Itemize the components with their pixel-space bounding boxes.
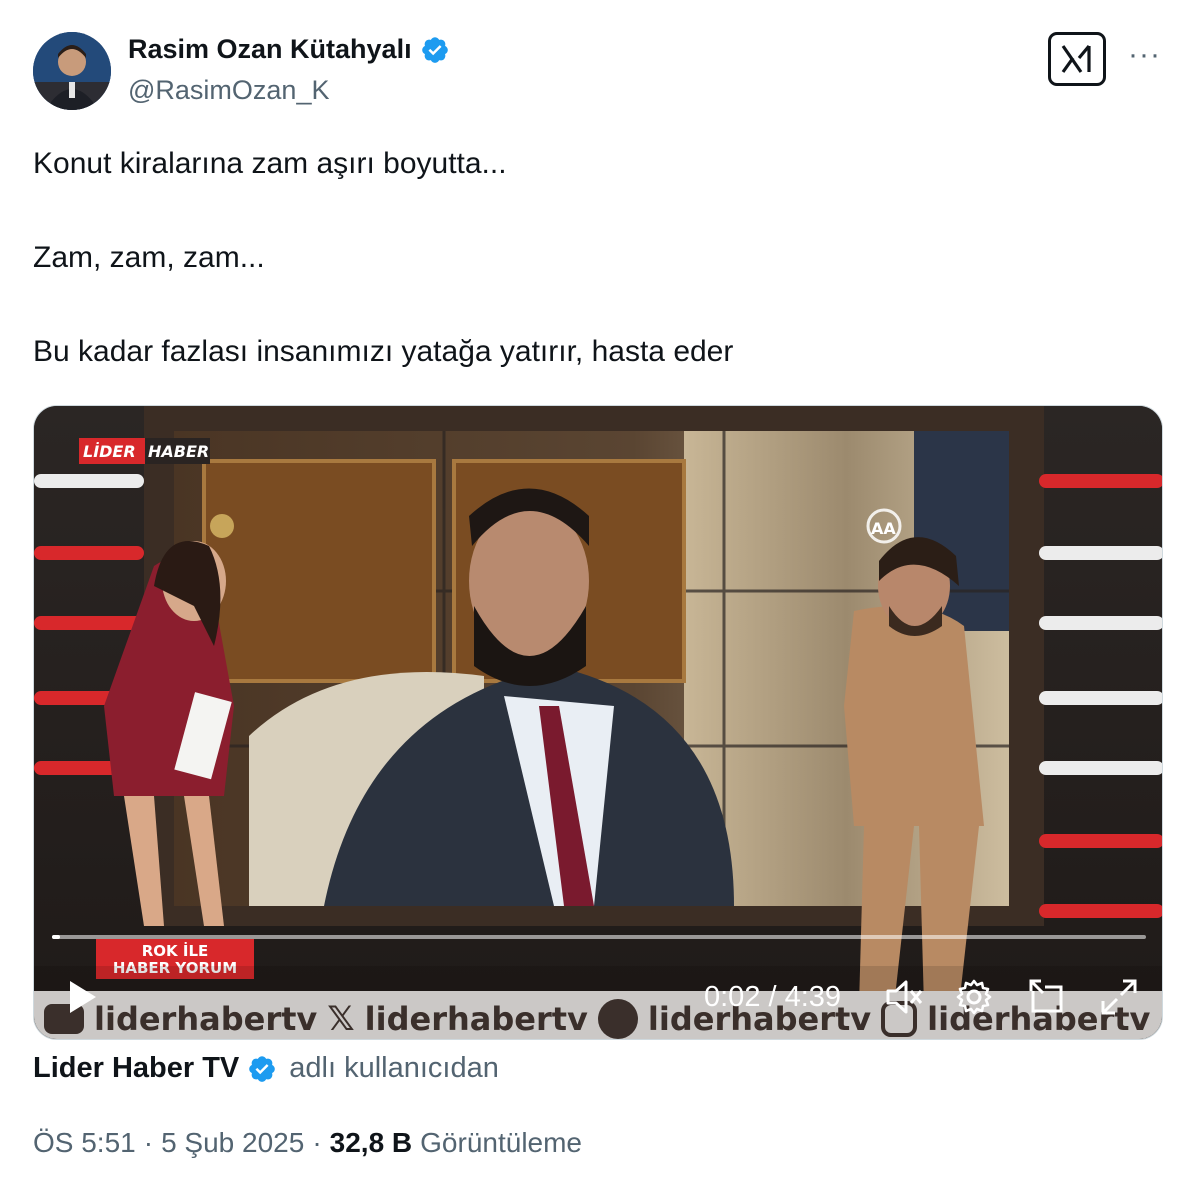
video-time: 0:02 / 4:39 bbox=[704, 981, 842, 1013]
view-count-label: Görüntüleme bbox=[420, 1127, 583, 1158]
tweet-date[interactable]: 5 Şub 2025 bbox=[161, 1127, 304, 1159]
meta-separator: · bbox=[143, 1127, 154, 1158]
settings-icon[interactable] bbox=[954, 977, 994, 1017]
author-handle[interactable]: @RasimOzan_K bbox=[128, 75, 329, 106]
social-handle-youtube: liderhabertv bbox=[94, 999, 318, 1038]
mute-icon[interactable] bbox=[884, 977, 924, 1017]
video-frame: AA LİDER HABER ROK İLE HABER YORUM bbox=[34, 406, 1162, 1039]
x-social-icon: 𝕏 bbox=[327, 998, 355, 1039]
tweet-line-2: Zam, zam, zam... bbox=[33, 241, 265, 274]
video-source-attribution: Lider Haber TV adlı kullanıcıdan bbox=[33, 1052, 499, 1085]
tweet-text: Konut kiralarına zam aşırı boyutta... Za… bbox=[33, 145, 1153, 371]
facebook-icon bbox=[597, 998, 638, 1039]
grok-icon bbox=[1061, 44, 1091, 73]
view-count: 32,8 B bbox=[329, 1127, 413, 1158]
channel-logo-right: HABER bbox=[148, 442, 209, 461]
video-progress-bar[interactable] bbox=[52, 935, 1146, 939]
verified-badge-icon bbox=[421, 36, 448, 63]
aa-watermark: AA bbox=[871, 519, 896, 538]
avatar-image bbox=[33, 32, 111, 110]
tweet-line-3: Bu kadar fazlası insanımızı yatağa yatır… bbox=[33, 335, 734, 368]
verified-badge-icon bbox=[249, 1055, 276, 1082]
author-name[interactable]: Rasim Ozan Kütahyalı bbox=[128, 34, 412, 65]
video-player[interactable]: AA LİDER HABER ROK İLE HABER YORUM lider… bbox=[33, 405, 1163, 1040]
author-avatar[interactable] bbox=[33, 32, 111, 110]
tweet-meta: ÖS 5:51 · 5 Şub 2025 · 32,8 B Görüntülem… bbox=[33, 1127, 582, 1159]
grok-button[interactable] bbox=[1048, 32, 1106, 86]
tweet-time[interactable]: ÖS 5:51 bbox=[33, 1127, 136, 1159]
meta-separator: · bbox=[312, 1127, 322, 1158]
play-icon[interactable] bbox=[62, 977, 102, 1017]
fullscreen-icon[interactable] bbox=[1099, 977, 1139, 1017]
social-handle-x: liderhabertv bbox=[364, 999, 588, 1038]
pip-icon[interactable] bbox=[1027, 977, 1067, 1017]
source-channel-name[interactable]: Lider Haber TV bbox=[33, 1052, 239, 1085]
tweet-line-1: Konut kiralarına zam aşırı boyutta... bbox=[33, 147, 507, 180]
channel-logo-left: LİDER bbox=[83, 442, 136, 461]
author-name-row[interactable]: Rasim Ozan Kütahyalı bbox=[128, 34, 450, 65]
video-progress-fill bbox=[52, 935, 60, 939]
more-icon[interactable]: ··· bbox=[1128, 40, 1161, 70]
lower-third-line-1: ROK İLE bbox=[142, 941, 209, 960]
source-suffix: adlı kullanıcıdan bbox=[289, 1052, 499, 1084]
